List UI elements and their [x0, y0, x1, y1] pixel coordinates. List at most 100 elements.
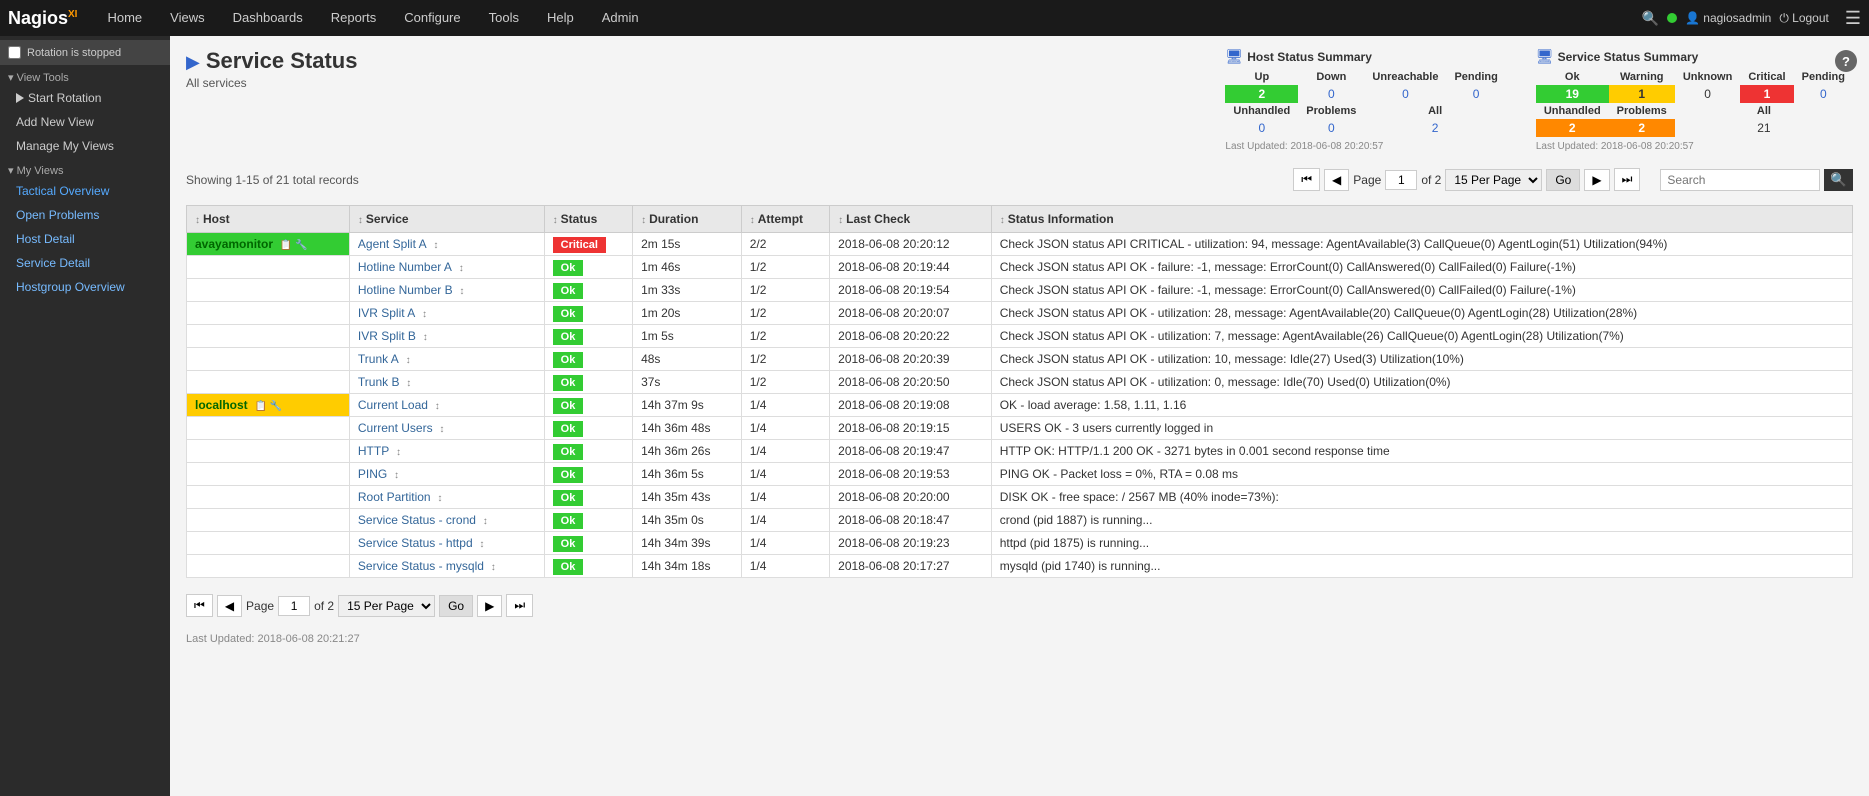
col-status[interactable]: ↕Status [544, 206, 632, 233]
logo: NagiosXI [8, 8, 77, 29]
host-pending-count[interactable]: 0 [1446, 85, 1505, 103]
table-row: PING ↕Ok14h 36m 5s1/42018-06-08 20:19:53… [187, 463, 1853, 486]
nav-home[interactable]: Home [93, 0, 156, 36]
bottom-page-last-btn[interactable]: ⏭ [506, 594, 533, 617]
sidebar-host-detail[interactable]: Host Detail [0, 227, 170, 251]
service-link[interactable]: Root Partition [358, 490, 431, 504]
bottom-page-prev-btn[interactable]: ◀ [217, 595, 242, 617]
svc-critical-count[interactable]: 1 [1740, 85, 1793, 103]
host-unhandled-val[interactable]: 0 [1225, 119, 1298, 137]
col-host[interactable]: ↕Host [187, 206, 350, 233]
svc-problems-val[interactable]: 2 [1609, 119, 1675, 137]
sidebar-manage-views[interactable]: Manage My Views [0, 134, 170, 158]
nav-dashboards[interactable]: Dashboards [219, 0, 317, 36]
nav-configure[interactable]: Configure [390, 0, 474, 36]
host-all-val[interactable]: 2 [1364, 119, 1505, 137]
sidebar-open-problems[interactable]: Open Problems [0, 203, 170, 227]
search-icon[interactable]: 🔍 [1642, 10, 1659, 27]
cell-host [187, 279, 350, 302]
nav-reports[interactable]: Reports [317, 0, 391, 36]
service-link[interactable]: Service Status - mysqld [358, 559, 484, 573]
bottom-go-btn[interactable]: Go [439, 595, 473, 617]
cell-last-check: 2018-06-08 20:19:44 [830, 256, 992, 279]
bottom-per-page-select[interactable]: 15 Per Page 25 Per Page 50 Per Page [338, 595, 435, 617]
host-link[interactable]: localhost [195, 398, 248, 412]
svc-warning-count[interactable]: 1 [1609, 85, 1675, 103]
cell-attempt: 1/2 [741, 325, 829, 348]
cell-attempt: 1/4 [741, 417, 829, 440]
cell-attempt: 1/4 [741, 463, 829, 486]
host-subhdr-all: All [1364, 103, 1505, 119]
cell-service: Hotline Number B ↕ [349, 279, 544, 302]
service-link[interactable]: IVR Split B [358, 329, 416, 343]
cell-status-info: HTTP OK: HTTP/1.1 200 OK - 3271 bytes in… [991, 440, 1852, 463]
sidebar-add-view[interactable]: Add New View [0, 110, 170, 134]
nav-views[interactable]: Views [156, 0, 218, 36]
cell-host [187, 555, 350, 578]
svc-unhandled-val[interactable]: 2 [1536, 119, 1609, 137]
host-up-count[interactable]: 2 [1225, 85, 1298, 103]
col-duration[interactable]: ↕Duration [633, 206, 742, 233]
svc-unknown-count[interactable]: 0 [1675, 85, 1741, 103]
host-unreachable-count[interactable]: 0 [1364, 85, 1446, 103]
rotation-checkbox[interactable] [8, 46, 21, 59]
service-link[interactable]: IVR Split A [358, 306, 415, 320]
svc-hdr-unknown: Unknown [1675, 69, 1741, 85]
nav-tools[interactable]: Tools [475, 0, 533, 36]
bottom-page-next-btn[interactable]: ▶ [477, 595, 502, 617]
view-tools-section[interactable]: ▾ View Tools [0, 65, 170, 86]
service-link[interactable]: Current Load [358, 398, 428, 412]
search-input[interactable] [1660, 169, 1820, 191]
go-btn[interactable]: Go [1546, 169, 1580, 191]
my-views-section[interactable]: ▾ My Views [0, 158, 170, 179]
host-down-count[interactable]: 0 [1298, 85, 1364, 103]
col-service[interactable]: ↕Service [349, 206, 544, 233]
logout-btn[interactable]: ⏻ Logout [1779, 11, 1829, 26]
nav-help[interactable]: Help [533, 0, 588, 36]
cell-host [187, 440, 350, 463]
cell-duration: 14h 34m 18s [633, 555, 742, 578]
sidebar-hostgroup[interactable]: Hostgroup Overview [0, 275, 170, 299]
service-link[interactable]: Trunk A [358, 352, 399, 366]
cell-host [187, 302, 350, 325]
main-layout: Rotation is stopped ▾ View Tools Start R… [0, 36, 1869, 796]
hamburger-icon[interactable]: ☰ [1845, 8, 1861, 29]
service-link[interactable]: Service Status - httpd [358, 536, 473, 550]
host-link[interactable]: avayamonitor [195, 237, 273, 251]
host-problems-val[interactable]: 0 [1298, 119, 1364, 137]
service-link[interactable]: Trunk B [358, 375, 400, 389]
sidebar-tactical[interactable]: Tactical Overview [0, 179, 170, 203]
col-last-check[interactable]: ↕Last Check [830, 206, 992, 233]
per-page-select[interactable]: 15 Per Page 25 Per Page 50 Per Page [1445, 169, 1542, 191]
page-input[interactable] [1385, 170, 1417, 190]
bottom-page-input[interactable] [278, 596, 310, 616]
service-link[interactable]: HTTP [358, 444, 389, 458]
page-next-btn[interactable]: ▶ [1584, 169, 1609, 191]
nav-admin[interactable]: Admin [588, 0, 653, 36]
service-link[interactable]: Agent Split A [358, 237, 427, 251]
cell-status-info: OK - load average: 1.58, 1.11, 1.16 [991, 394, 1852, 417]
help-button[interactable]: ? [1835, 50, 1857, 72]
page-first-btn[interactable]: ⏮ [1293, 168, 1320, 191]
service-link[interactable]: Hotline Number B [358, 283, 453, 297]
user-label[interactable]: 👤 nagiosadmin [1685, 11, 1771, 25]
service-link[interactable]: Hotline Number A [358, 260, 452, 274]
page-prev-btn[interactable]: ◀ [1324, 169, 1349, 191]
bottom-page-first-btn[interactable]: ⏮ [186, 594, 213, 617]
status-badge: Ok [553, 352, 584, 368]
col-status-info[interactable]: ↕Status Information [991, 206, 1852, 233]
svc-ok-count[interactable]: 19 [1536, 85, 1609, 103]
cell-service: Service Status - httpd ↕ [349, 532, 544, 555]
service-link[interactable]: Current Users [358, 421, 433, 435]
page-last-btn[interactable]: ⏭ [1614, 168, 1641, 191]
top-pagination: ⏮ ◀ Page of 2 15 Per Page 25 Per Page 50… [1293, 168, 1640, 191]
svc-all-val[interactable]: 21 [1675, 119, 1853, 137]
cell-service: PING ↕ [349, 463, 544, 486]
sidebar-service-detail[interactable]: Service Detail [0, 251, 170, 275]
search-button[interactable]: 🔍 [1824, 169, 1853, 191]
start-rotation-item[interactable]: Start Rotation [0, 86, 170, 110]
service-link[interactable]: Service Status - crond [358, 513, 476, 527]
service-link[interactable]: PING [358, 467, 387, 481]
svc-pending-count[interactable]: 0 [1794, 85, 1853, 103]
col-attempt[interactable]: ↕Attempt [741, 206, 829, 233]
